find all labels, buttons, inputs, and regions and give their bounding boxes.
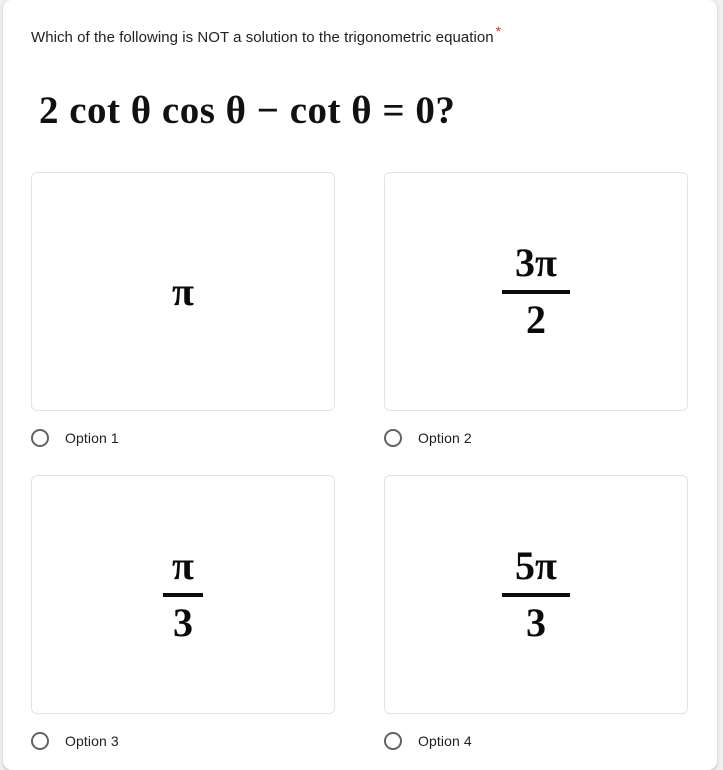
option-image-card-2[interactable]: 3π 2 <box>384 172 688 411</box>
fraction-4: 5π 3 <box>502 544 570 645</box>
option-math-3: π 3 <box>163 544 203 645</box>
option-label-4: Option 4 <box>418 733 472 749</box>
fraction-numerator-2: 3π <box>515 240 557 285</box>
option-math-4: 5π 3 <box>502 544 570 645</box>
option-label-2: Option 2 <box>418 430 472 446</box>
question-prompt: Which of the following is NOT a solution… <box>31 24 693 49</box>
fraction-bar-3 <box>163 593 203 597</box>
option-image-card-3[interactable]: π 3 <box>31 475 335 714</box>
fraction-numerator-4: 5π <box>515 543 557 588</box>
option-math-1: π <box>172 268 194 314</box>
question-card: Which of the following is NOT a solution… <box>3 0 717 770</box>
radio-button-icon-1[interactable] <box>31 429 49 447</box>
option-label-1: Option 1 <box>65 430 119 446</box>
radio-button-icon-4[interactable] <box>384 732 402 750</box>
fraction-bar-4 <box>502 593 570 597</box>
option-image-card-4[interactable]: 5π 3 <box>384 475 688 714</box>
fraction-numerator-3: π <box>172 543 194 588</box>
option-image-card-1[interactable]: π <box>31 172 335 411</box>
question-equation: 2 cot θ cos θ − cot θ = 0? <box>39 89 456 132</box>
option-radio-row-1[interactable]: Option 1 <box>31 426 335 450</box>
option-block-3: π 3 Option 3 <box>31 475 335 753</box>
option-block-2: 3π 2 Option 2 <box>384 172 688 450</box>
fraction-bar-2 <box>502 290 570 294</box>
option-block-4: 5π 3 Option 4 <box>384 475 688 753</box>
fraction-denominator-4: 3 <box>526 600 546 645</box>
option-label-3: Option 3 <box>65 733 119 749</box>
radio-button-icon-2[interactable] <box>384 429 402 447</box>
option-math-2: 3π 2 <box>502 241 570 342</box>
question-prompt-text: Which of the following is NOT a solution… <box>31 29 494 46</box>
radio-button-icon-3[interactable] <box>31 732 49 750</box>
fraction-denominator-2: 2 <box>526 297 546 342</box>
fraction-denominator-3: 3 <box>173 600 193 645</box>
option-radio-row-4[interactable]: Option 4 <box>384 729 688 753</box>
required-asterisk: * <box>495 23 502 39</box>
fraction-2: 3π 2 <box>502 241 570 342</box>
fraction-3: π 3 <box>163 544 203 645</box>
option-radio-row-2[interactable]: Option 2 <box>384 426 688 450</box>
option-block-1: π Option 1 <box>31 172 335 450</box>
option-radio-row-3[interactable]: Option 3 <box>31 729 335 753</box>
